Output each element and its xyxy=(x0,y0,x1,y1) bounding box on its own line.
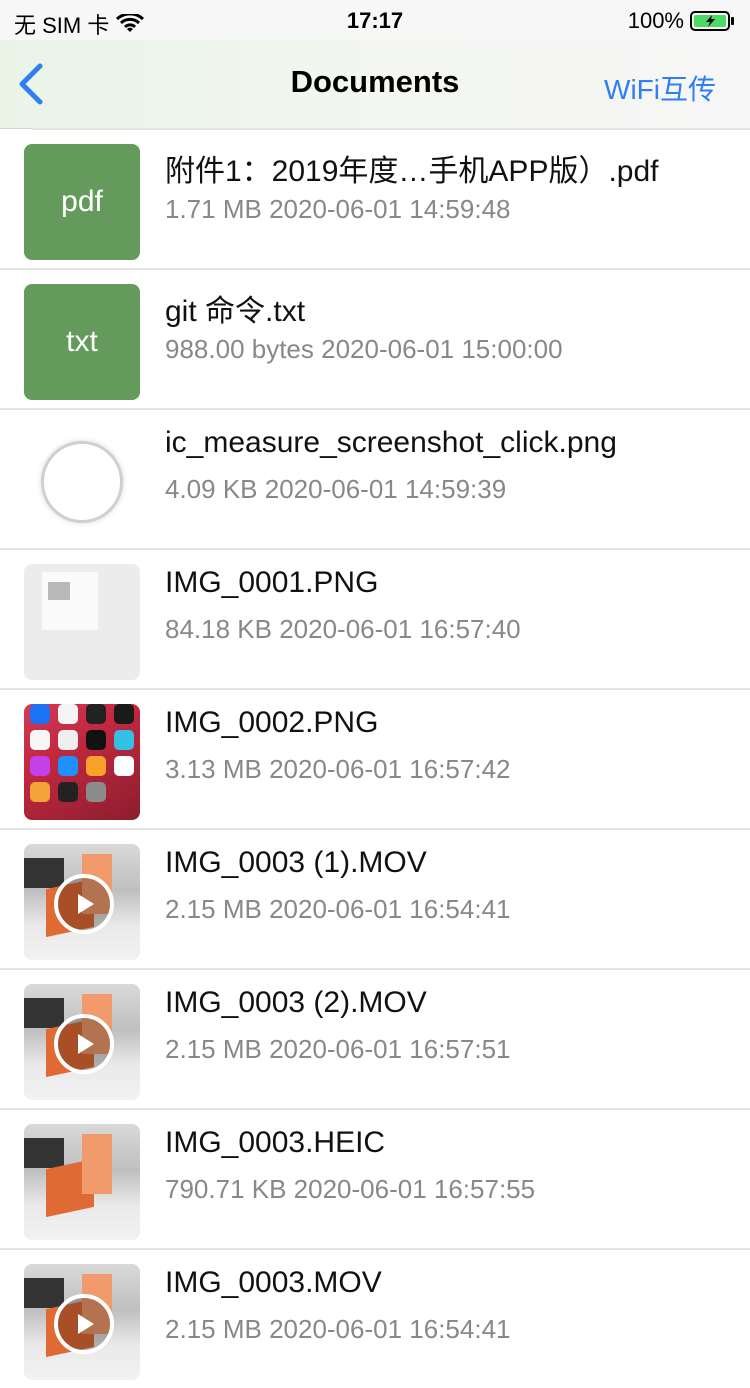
file-row[interactable]: IMG_0003.HEIC 790.71 KB 2020-06-01 16:57… xyxy=(0,1110,750,1250)
video-thumbnail xyxy=(24,984,140,1100)
file-list: pdf 附件1：2019年度…手机APP版）.pdf 1.71 MB 2020-… xyxy=(0,128,750,1388)
battery-info: 100% xyxy=(628,8,736,34)
file-meta: 2.15 MB 2020-06-01 16:54:41 xyxy=(165,1314,511,1345)
play-icon xyxy=(54,1014,114,1074)
video-thumbnail xyxy=(24,1264,140,1380)
photo-object-dark xyxy=(24,1278,64,1308)
photo-object-dark xyxy=(24,1138,64,1168)
file-name: IMG_0002.PNG xyxy=(165,706,379,739)
file-date: 2020-06-01 16:57:40 xyxy=(279,614,521,644)
app-icon xyxy=(114,704,134,724)
app-icon xyxy=(30,782,50,802)
file-name: IMG_0001.PNG xyxy=(165,566,379,599)
file-row[interactable]: ic_measure_screenshot_click.png 4.09 KB … xyxy=(0,410,750,550)
file-size: 988.00 bytes xyxy=(165,334,314,364)
file-row[interactable]: txt git 命令.txt 988.00 bytes 2020-06-01 1… xyxy=(0,270,750,410)
app-icon xyxy=(58,782,78,802)
file-row[interactable]: IMG_0002.PNG 3.13 MB 2020-06-01 16:57:42 xyxy=(0,690,750,830)
app-icon xyxy=(86,704,106,724)
file-size: 2.15 MB xyxy=(165,894,262,924)
file-meta: 1.71 MB 2020-06-01 14:59:48 xyxy=(165,194,511,225)
file-meta: 2.15 MB 2020-06-01 16:54:41 xyxy=(165,894,511,925)
file-name: git 命令.txt xyxy=(165,295,306,328)
picture-placeholder-icon xyxy=(48,582,70,600)
pdf-file-icon: pdf xyxy=(24,144,140,260)
file-date: 2020-06-01 16:57:51 xyxy=(269,1034,511,1064)
file-row[interactable]: IMG_0003.MOV 2.15 MB 2020-06-01 16:54:41 xyxy=(0,1250,750,1388)
file-name: IMG_0003 (1).MOV xyxy=(165,846,427,879)
file-row[interactable]: pdf 附件1：2019年度…手机APP版）.pdf 1.71 MB 2020-… xyxy=(0,130,750,270)
file-meta: 84.18 KB 2020-06-01 16:57:40 xyxy=(165,614,521,645)
file-size: 2.15 MB xyxy=(165,1314,262,1344)
video-thumbnail xyxy=(24,844,140,960)
file-size: 790.71 KB xyxy=(165,1174,287,1204)
thumb-label: pdf xyxy=(61,185,103,218)
file-meta: 3.13 MB 2020-06-01 16:57:42 xyxy=(165,754,511,785)
circle-icon xyxy=(41,441,123,523)
app-icon xyxy=(58,756,78,776)
homescreen-screenshot-thumbnail xyxy=(24,704,140,820)
file-size: 4.09 KB xyxy=(165,474,258,504)
file-meta: 4.09 KB 2020-06-01 14:59:39 xyxy=(165,474,506,505)
file-date: 2020-06-01 16:54:41 xyxy=(269,1314,511,1344)
file-size: 2.15 MB xyxy=(165,1034,262,1064)
app-icon xyxy=(30,756,50,776)
circle-image-thumbnail xyxy=(24,424,140,540)
wifi-transfer-button[interactable]: WiFi互传 xyxy=(604,68,716,108)
file-name: 附件1：2019年度…手机APP版）.pdf xyxy=(165,155,659,188)
file-name: IMG_0003 (2).MOV xyxy=(165,986,427,1019)
file-date: 2020-06-01 16:57:55 xyxy=(293,1174,536,1204)
file-row[interactable]: IMG_0003 (1).MOV 2.15 MB 2020-06-01 16:5… xyxy=(0,830,750,970)
app-icon xyxy=(114,730,134,750)
app-icon xyxy=(58,704,78,724)
file-meta: 790.71 KB 2020-06-01 16:57:55 xyxy=(165,1174,535,1205)
thumb-label: txt xyxy=(66,325,98,358)
file-size: 1.71 MB xyxy=(165,194,262,224)
file-size: 3.13 MB xyxy=(165,754,262,784)
document-page-shape xyxy=(42,572,98,630)
file-meta: 2.15 MB 2020-06-01 16:57:51 xyxy=(165,1034,511,1065)
photo-object-dark xyxy=(24,998,64,1028)
app-icon xyxy=(86,782,106,802)
file-date: 2020-06-01 14:59:48 xyxy=(269,194,511,224)
app-icon xyxy=(30,730,50,750)
navigation-bar: Documents WiFi互传 xyxy=(0,40,750,129)
photo-object-dark xyxy=(24,858,64,888)
status-bar: 无 SIM 卡 17:17 100% xyxy=(0,0,750,40)
file-name: IMG_0003.HEIC xyxy=(165,1126,386,1159)
app-icon xyxy=(30,704,50,724)
image-thumbnail xyxy=(24,564,140,680)
file-name: ic_measure_screenshot_click.png xyxy=(165,426,617,459)
play-icon xyxy=(54,1294,114,1354)
file-name: IMG_0003.MOV xyxy=(165,1266,382,1299)
file-meta: 988.00 bytes 2020-06-01 15:00:00 xyxy=(165,334,563,365)
app-icon xyxy=(58,730,78,750)
txt-file-icon: txt xyxy=(24,284,140,400)
app-icon-grid xyxy=(30,704,134,802)
file-row[interactable]: IMG_0003 (2).MOV 2.15 MB 2020-06-01 16:5… xyxy=(0,970,750,1110)
file-date: 2020-06-01 16:54:41 xyxy=(269,894,511,924)
battery-charging-icon xyxy=(690,11,734,31)
file-row[interactable]: IMG_0001.PNG 84.18 KB 2020-06-01 16:57:4… xyxy=(0,550,750,690)
file-date: 2020-06-01 16:57:42 xyxy=(269,754,511,784)
photo-object-bag xyxy=(82,1134,112,1194)
app-icon xyxy=(86,756,106,776)
app-icon xyxy=(114,756,134,776)
file-date: 2020-06-01 15:00:00 xyxy=(321,334,563,364)
photo-thumbnail xyxy=(24,1124,140,1240)
file-size: 84.18 KB xyxy=(165,614,272,644)
app-icon xyxy=(86,730,106,750)
battery-percent: 100% xyxy=(627,8,684,33)
play-icon xyxy=(54,874,114,934)
file-date: 2020-06-01 14:59:39 xyxy=(264,474,507,504)
